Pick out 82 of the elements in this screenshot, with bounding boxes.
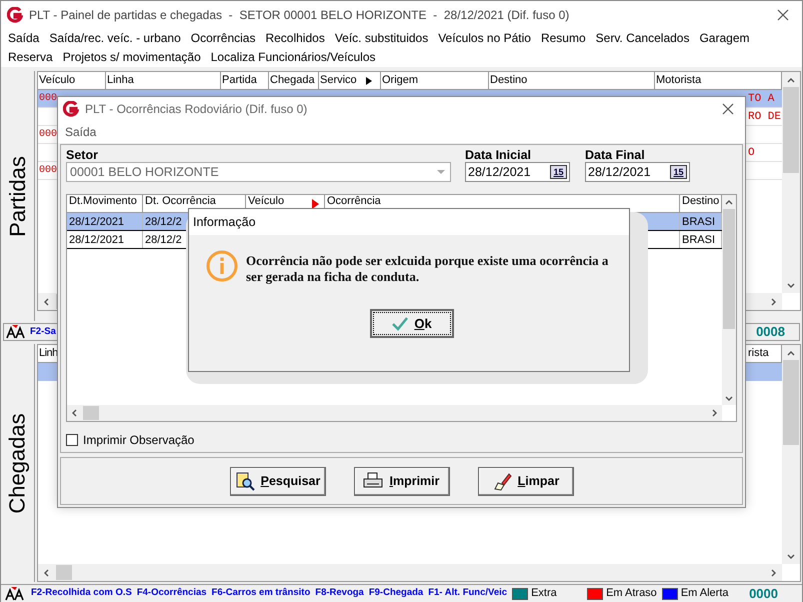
shortcut-text: F1- Alt. Func/Veic xyxy=(428,586,508,600)
table-cell: 000 xyxy=(39,165,58,176)
checkbox-label: Imprimir Observação xyxy=(83,432,194,449)
shortcut-text: F2-Recolhida com O.S xyxy=(31,586,132,600)
menu-item[interactable]: Ocorrências xyxy=(186,29,260,48)
eraser-icon xyxy=(492,471,512,491)
menu-item[interactable]: Projetos s/ movimentação xyxy=(58,48,206,67)
search-icon xyxy=(234,471,255,491)
shortcut-text: F4-Ocorrências xyxy=(136,586,207,600)
scrollbar-thumb[interactable] xyxy=(723,209,736,329)
info-icon xyxy=(206,250,238,282)
vertical-scrollbar[interactable] xyxy=(782,345,800,564)
table-cell: TO A xyxy=(748,93,774,105)
legend-label: Em Alerta xyxy=(680,586,728,602)
shortcut-text: F2-Sa xyxy=(30,324,56,339)
close-button[interactable] xyxy=(721,102,735,116)
menu-item[interactable]: Resumo xyxy=(536,29,591,48)
column-header[interactable]: rista xyxy=(746,345,782,363)
column-header[interactable]: Linha xyxy=(106,72,221,90)
table-cell: O xyxy=(748,147,755,159)
menu-item[interactable]: Recolhidos xyxy=(260,29,330,48)
menu-item[interactable]: Saída xyxy=(61,123,100,141)
menu-item[interactable]: Veículos no Pátio xyxy=(433,29,536,48)
column-header[interactable]: Servico xyxy=(319,72,381,90)
menu-item[interactable]: Garagem xyxy=(694,29,754,48)
close-button[interactable] xyxy=(776,8,790,22)
ok-button[interactable]: Ok xyxy=(370,309,454,338)
scrollbar-thumb[interactable] xyxy=(56,565,72,580)
table-cell: 28/12/2021 xyxy=(67,231,143,248)
calendar-button[interactable]: 15 xyxy=(670,165,687,179)
column-header[interactable]: Veículo xyxy=(38,72,106,90)
legend-label: Extra xyxy=(531,586,557,602)
font-size-icon xyxy=(6,325,26,339)
shortcut-text: F9-Chegada xyxy=(368,586,424,600)
date-field[interactable]: 28/12/2021 15 xyxy=(465,162,570,182)
menu-item[interactable]: Saída xyxy=(3,29,44,48)
table-cell: 000 xyxy=(39,93,58,104)
field-label: Setor xyxy=(66,148,99,162)
action-button[interactable]: Limpar xyxy=(478,466,574,496)
close-icon xyxy=(722,103,734,115)
table-cell: 000 xyxy=(39,129,58,140)
checkbox[interactable] xyxy=(66,434,78,446)
check-icon xyxy=(392,316,408,330)
menu-item[interactable]: Reserva xyxy=(3,48,58,67)
scrollbar-thumb[interactable] xyxy=(783,87,799,173)
scrollbar-thumb[interactable] xyxy=(83,406,99,420)
action-button[interactable]: Pesquisar xyxy=(230,466,326,496)
shortcut-text: F8-Revoga xyxy=(315,586,364,600)
column-header[interactable]: Chegada xyxy=(269,72,319,90)
column-header[interactable]: Motorista xyxy=(655,72,782,90)
vertical-scrollbar[interactable] xyxy=(722,195,736,405)
logo-icon xyxy=(63,101,79,117)
shortcut-text: F6-Carros em trânsito xyxy=(212,586,310,600)
field-label: Data Inicial xyxy=(465,148,532,162)
count-text: 0000 xyxy=(749,584,778,602)
menu-item[interactable]: Veíc. substituidos xyxy=(330,29,434,48)
font-size-icon xyxy=(5,586,25,600)
column-header[interactable]: Partida xyxy=(221,72,269,90)
calendar-button[interactable]: 15 xyxy=(550,165,567,179)
action-button[interactable]: Imprimir xyxy=(354,466,450,496)
window-title: PLT - Painel de partidas e chegadas - SETOR 00001 BELO HORIZONTE - 28/12/2021 (Dif. fuso 0) xyxy=(29,7,570,24)
date-field[interactable]: 28/12/2021 15 xyxy=(585,162,690,182)
column-header[interactable]: Origem xyxy=(381,72,489,90)
horizontal-scrollbar[interactable] xyxy=(38,564,782,581)
sort-arrow-icon xyxy=(312,199,319,209)
sort-arrow-icon xyxy=(366,77,372,85)
close-icon xyxy=(777,9,789,21)
menu-item[interactable]: Saída/rec. veíc. - urbano xyxy=(44,29,186,48)
message-text: Ocorrência não pode ser exlcuida porque existe uma ocorrência a ser gerada na ficha de conduta. xyxy=(246,252,609,285)
logo-icon xyxy=(7,7,23,23)
count-text: 0008 xyxy=(756,323,785,342)
menu-item[interactable]: Serv. Cancelados xyxy=(590,29,694,48)
horizontal-scrollbar[interactable] xyxy=(67,405,722,421)
menu-item[interactable]: Localiza Funcionários/Veículos xyxy=(206,48,381,67)
column-header[interactable]: Destino xyxy=(489,72,655,90)
field-label: Data Final xyxy=(585,148,646,162)
table-cell: 28/12/2021 xyxy=(67,213,143,230)
table-cell: RO DE xyxy=(748,111,782,123)
legend-label: Em Atraso xyxy=(606,586,657,602)
vertical-scrollbar[interactable] xyxy=(782,72,800,293)
scrollbar-thumb[interactable] xyxy=(783,360,799,446)
dialog-title: PLT - Ocorrências Rodoviário (Dif. fuso 0) xyxy=(85,101,308,118)
